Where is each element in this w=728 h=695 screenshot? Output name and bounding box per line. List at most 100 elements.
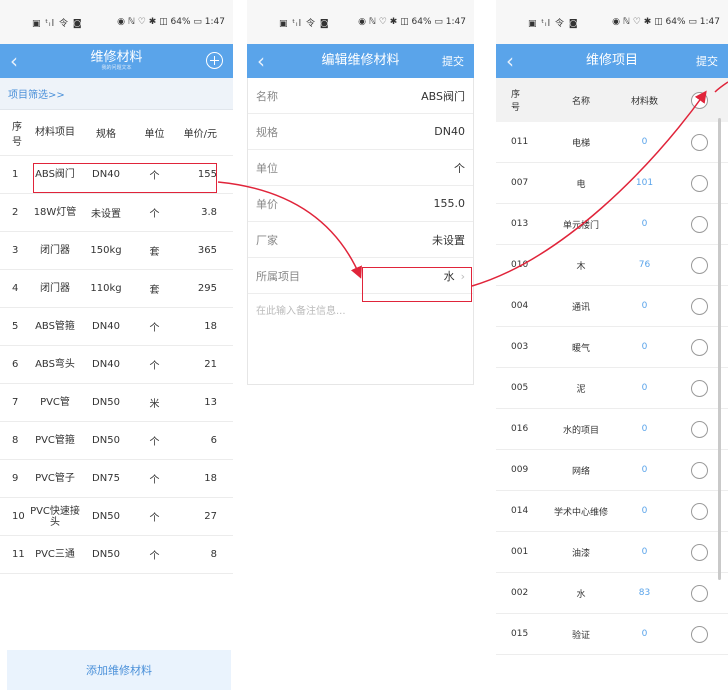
select-radio[interactable] <box>691 625 708 643</box>
select-radio[interactable] <box>691 502 708 520</box>
table-cell: 网络 <box>571 466 590 477</box>
submit-button[interactable]: 提交 <box>442 53 464 69</box>
table-row[interactable]: 8 PVC管箍 DN50 个 6 <box>0 422 233 460</box>
select-radio[interactable] <box>691 543 708 561</box>
table-cell: 015 <box>511 629 529 639</box>
table-cell: 5 <box>12 321 19 332</box>
column-header: 名称 <box>571 96 590 107</box>
table-row[interactable]: 5 ABS管箍 DN40 个 18 <box>0 308 233 346</box>
select-radio[interactable] <box>691 338 708 356</box>
table-cell: DN50 <box>92 435 120 446</box>
select-cell <box>691 543 711 561</box>
table-cell: PVC管箍 <box>35 435 75 446</box>
page-subtitle: 我的问题文本 <box>101 65 132 71</box>
table-cell: 暖气 <box>571 343 590 354</box>
field-value: 155.0 <box>434 197 466 210</box>
status-signal-icons: ▣ ᵗᵢl 令 ◙ <box>528 18 579 29</box>
column-header: 单价/元 <box>183 129 217 140</box>
table-row[interactable]: 3 闭门器 150kg 套 365 <box>0 232 233 270</box>
status-signal-icons: ▣ ᵗᵢl 令 ◙ <box>32 18 83 29</box>
nav-bar: ‹ 维修材料 我的问题文本 <box>0 44 233 78</box>
submit-button[interactable]: 提交 <box>696 53 718 69</box>
select-all-radio[interactable] <box>691 91 708 109</box>
field-value-text: 155.0 <box>433 197 466 210</box>
table-cell: 4 <box>12 283 19 294</box>
table-header: 序号 材料项目 规格 单位 单价/元 <box>0 110 233 156</box>
table-row[interactable]: 9 PVC管子 DN75 个 18 <box>0 460 233 498</box>
table-cell: 单元楼门 <box>562 220 599 231</box>
table-cell: 个 <box>149 551 160 562</box>
table-header: 序号 名称 材料数 <box>496 78 728 122</box>
table-cell: 水的项目 <box>562 425 599 436</box>
table-cell: 水 <box>576 589 586 600</box>
select-radio[interactable] <box>691 297 708 315</box>
table-row[interactable]: 013 单元楼门 0 <box>496 204 728 245</box>
select-radio[interactable] <box>691 256 708 274</box>
field-label: 所属项目 <box>256 269 300 283</box>
field-value: 未设置 <box>432 232 465 248</box>
form-row[interactable]: 规格 DN40 <box>248 114 473 150</box>
add-circle-icon[interactable] <box>206 52 223 69</box>
select-radio[interactable] <box>691 379 708 397</box>
remark-input[interactable]: 在此输入备注信息... <box>248 294 473 384</box>
table-cell: 76 <box>638 260 651 270</box>
table-cell: 003 <box>511 342 529 352</box>
back-arrow-icon[interactable]: ‹ <box>506 49 514 73</box>
field-label: 单位 <box>256 161 278 175</box>
form-row[interactable]: 厂家 未设置 <box>248 222 473 258</box>
table-row[interactable]: 10 PVC快速接头 DN50 个 27 <box>0 498 233 536</box>
table-row[interactable]: 003 暖气 0 <box>496 327 728 368</box>
add-material-button[interactable]: 添加维修材料 <box>7 650 231 690</box>
back-arrow-icon[interactable]: ‹ <box>10 49 18 73</box>
select-cell <box>691 215 711 233</box>
table-cell: 个 <box>149 361 160 372</box>
status-system-icons: ◉ ℕ ♡ ✱ ◫ 64% ▭ 1:47 <box>117 17 225 27</box>
select-radio[interactable] <box>691 215 708 233</box>
highlight-box-project-field <box>362 267 472 302</box>
select-radio[interactable] <box>691 461 708 479</box>
table-row[interactable]: 2 18W灯管 未设置 个 3.8 <box>0 194 233 232</box>
table-row[interactable]: 005 泥 0 <box>496 368 728 409</box>
table-cell: 014 <box>511 506 529 516</box>
table-row[interactable]: 010 木 76 <box>496 245 728 286</box>
table-row[interactable]: 11 PVC三通 DN50 个 8 <box>0 536 233 574</box>
table-row[interactable]: 4 闭门器 110kg 套 295 <box>0 270 233 308</box>
select-radio[interactable] <box>691 584 708 602</box>
form-row[interactable]: 名称 ABS阀门 <box>248 78 473 114</box>
status-bar: ▣ ᵗᵢl 令 ◙ ◉ ℕ ♡ ✱ ◫ 64% ▭ 1:47 <box>496 0 728 44</box>
table-row[interactable]: 009 网络 0 <box>496 450 728 491</box>
edit-material-screen: ▣ ᵗᵢl 令 ◙ ◉ ℕ ♡ ✱ ◫ 64% ▭ 1:47 ‹ 编辑维修材料 … <box>247 0 474 695</box>
form-row[interactable]: 单位 个 <box>248 150 473 186</box>
table-cell: 007 <box>511 178 529 188</box>
table-cell: 7 <box>12 397 19 408</box>
table-row[interactable]: 007 电 101 <box>496 163 728 204</box>
table-cell: 18W灯管 <box>33 207 77 218</box>
table-row[interactable]: 002 水 83 <box>496 573 728 614</box>
table-cell: 0 <box>641 342 648 352</box>
status-signal-icons: ▣ ᵗᵢl 令 ◙ <box>279 18 330 29</box>
table-row[interactable]: 011 电梯 0 <box>496 122 728 163</box>
field-label: 规格 <box>256 125 278 139</box>
table-cell: 0 <box>641 424 648 434</box>
table-cell: 套 <box>149 247 160 258</box>
table-row[interactable]: 016 水的项目 0 <box>496 409 728 450</box>
table-row[interactable]: 001 油漆 0 <box>496 532 728 573</box>
table-row[interactable]: 014 学术中心维修 0 <box>496 491 728 532</box>
project-filter-link[interactable]: 项目筛选>> <box>0 78 233 110</box>
table-row[interactable]: 6 ABS弯头 DN40 个 21 <box>0 346 233 384</box>
table-cell: 009 <box>511 465 529 475</box>
table-cell: 通讯 <box>571 302 590 313</box>
table-row[interactable]: 015 验证 0 <box>496 614 728 655</box>
select-radio[interactable] <box>691 133 708 151</box>
select-cell <box>691 256 711 274</box>
table-row[interactable]: 004 通讯 0 <box>496 286 728 327</box>
select-radio[interactable] <box>691 420 708 438</box>
form-row[interactable]: 单价 155.0 <box>248 186 473 222</box>
table-row[interactable]: 7 PVC管 DN50 米 13 <box>0 384 233 422</box>
table-cell: 电梯 <box>571 138 590 149</box>
select-radio[interactable] <box>691 174 708 192</box>
select-cell <box>691 461 711 479</box>
scrollbar[interactable] <box>718 118 721 580</box>
table-cell: ABS弯头 <box>35 359 75 370</box>
back-arrow-icon[interactable]: ‹ <box>257 49 265 73</box>
